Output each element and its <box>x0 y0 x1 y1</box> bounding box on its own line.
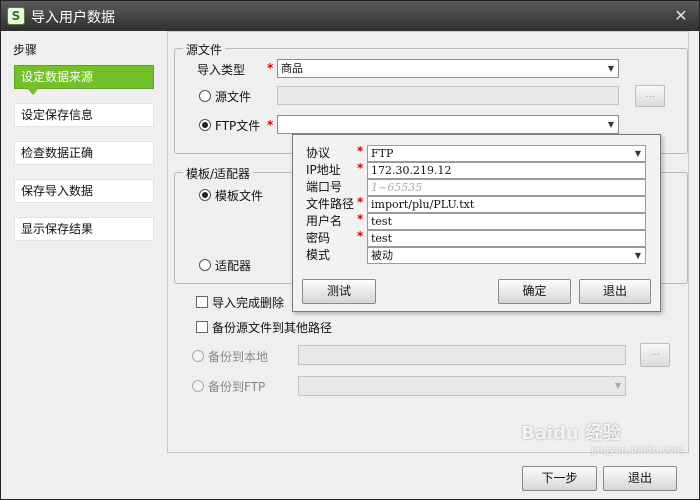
title-bar: S 导入用户数据 ✕ <box>1 1 699 31</box>
required-mark: * <box>357 195 364 209</box>
close-icon[interactable]: ✕ <box>671 6 691 26</box>
required-mark: * <box>357 229 364 243</box>
baidu-watermark: Baidu 经验 <box>521 423 622 444</box>
import-type-label: 导入类型 <box>197 63 246 77</box>
window-title: 导入用户数据 <box>31 10 115 26</box>
steps-label: 步骤 <box>13 43 38 57</box>
adapter-radio[interactable] <box>199 259 211 271</box>
required-mark: * <box>357 144 364 158</box>
next-step-button[interactable]: 下一步 <box>522 466 597 491</box>
adapter-label: 适配器 <box>215 259 252 273</box>
source-file-browse-button[interactable]: ... <box>635 85 665 107</box>
file-path-label: 文件路径 <box>306 197 355 211</box>
import-type-value: 商品 <box>281 62 303 75</box>
import-type-select[interactable]: 商品 ▼ <box>277 59 619 78</box>
protocol-label: 协议 <box>306 146 331 160</box>
port-label: 端口号 <box>306 180 343 194</box>
ftp-settings-dialog: 协议 * FTP ▼ IP地址 * 172.30.219.12 端口号 1~65… <box>292 134 661 312</box>
step-show-save-result[interactable]: 显示保存结果 <box>14 217 154 241</box>
backup-local-radio[interactable] <box>192 350 204 362</box>
file-path-field[interactable]: import/plu/PLU.txt <box>367 196 646 213</box>
password-label: 密码 <box>306 231 331 245</box>
port-field[interactable]: 1~65535 <box>367 179 646 196</box>
backup-source-label: 备份源文件到其他路径 <box>212 321 333 335</box>
backup-local-browse-button[interactable]: ... <box>640 343 670 367</box>
step-set-data-source[interactable]: 设定数据来源 <box>14 65 154 95</box>
step-set-save-info[interactable]: 设定保存信息 <box>14 103 154 127</box>
backup-local-input[interactable] <box>298 345 626 365</box>
ftp-file-radio[interactable] <box>199 119 211 131</box>
source-file-input[interactable] <box>277 86 619 105</box>
import-user-data-window: S 导入用户数据 ✕ 步骤 设定数据来源 设定保存信息 检查数据正确 保存导入数… <box>0 0 700 500</box>
protocol-value: FTP <box>371 147 394 160</box>
mode-select[interactable]: 被动 ▼ <box>367 247 646 264</box>
ftp-file-select[interactable]: ▼ <box>277 115 619 134</box>
username-field[interactable]: test <box>367 213 646 230</box>
backup-ftp-radio[interactable] <box>192 380 204 392</box>
required-mark: * <box>357 212 364 226</box>
protocol-select[interactable]: FTP ▼ <box>367 145 646 162</box>
step-save-import-data[interactable]: 保存导入数据 <box>14 179 154 203</box>
template-group-title: 模板/适配器 <box>183 165 254 182</box>
chevron-down-icon: ▼ <box>607 64 614 73</box>
chevron-down-icon: ▼ <box>634 149 641 158</box>
step-check-data[interactable]: 检查数据正确 <box>14 141 154 165</box>
chevron-down-icon: ▼ <box>614 381 621 390</box>
template-file-radio[interactable] <box>199 189 211 201</box>
mode-value: 被动 <box>371 249 393 262</box>
required-mark: * <box>267 118 274 132</box>
required-mark: * <box>267 61 274 75</box>
ftp-file-label: FTP文件 <box>215 119 261 133</box>
ip-address-field[interactable]: 172.30.219.12 <box>367 162 646 179</box>
delete-after-import-checkbox[interactable] <box>196 296 208 308</box>
source-file-label: 源文件 <box>215 90 252 104</box>
test-button[interactable]: 测试 <box>302 279 376 304</box>
required-mark: * <box>357 161 364 175</box>
backup-ftp-select[interactable]: ▼ <box>298 376 626 396</box>
backup-ftp-label: 备份到FTP <box>208 380 266 394</box>
username-label: 用户名 <box>306 214 343 228</box>
template-file-label: 模板文件 <box>215 189 264 203</box>
backup-local-label: 备份到本地 <box>208 350 269 364</box>
baidu-watermark-url: jingyan.baidu.com <box>591 445 684 456</box>
app-logo-icon: S <box>7 7 25 25</box>
ip-address-label: IP地址 <box>306 163 341 177</box>
exit-button[interactable]: 退出 <box>603 466 677 491</box>
delete-after-import-label: 导入完成删除 <box>212 296 285 310</box>
chevron-down-icon: ▼ <box>607 120 614 129</box>
chevron-down-icon: ▼ <box>634 251 641 260</box>
backup-source-checkbox[interactable] <box>196 321 208 333</box>
mode-label: 模式 <box>306 248 331 262</box>
source-group-title: 源文件 <box>183 41 226 58</box>
source-file-radio[interactable] <box>199 90 211 102</box>
ok-button[interactable]: 确定 <box>498 279 571 304</box>
exit-dialog-button[interactable]: 退出 <box>579 279 651 304</box>
password-field[interactable]: test <box>367 230 646 247</box>
